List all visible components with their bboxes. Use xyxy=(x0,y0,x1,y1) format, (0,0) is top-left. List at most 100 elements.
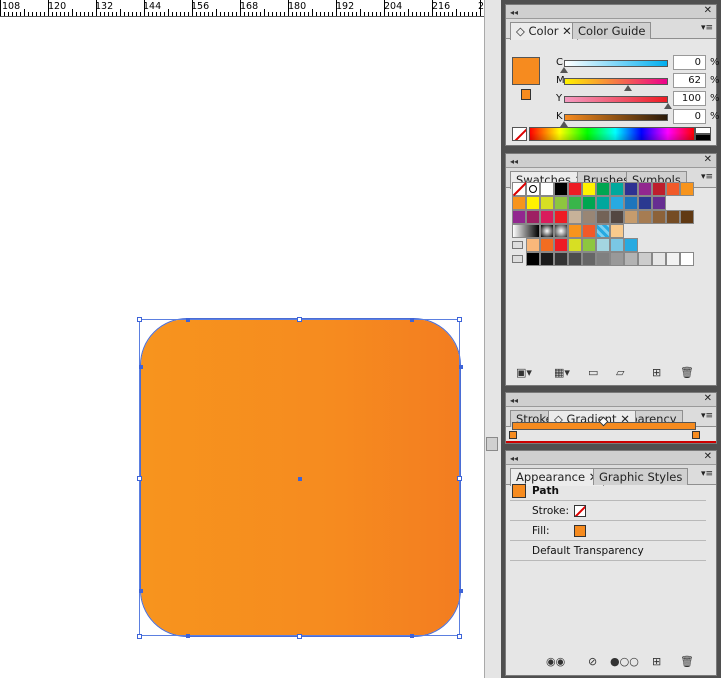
swatch[interactable] xyxy=(624,196,638,210)
swatch[interactable] xyxy=(610,224,624,238)
slider-thumb[interactable] xyxy=(624,85,633,91)
swatch[interactable] xyxy=(596,210,610,224)
fill-color-swatch[interactable] xyxy=(574,525,586,537)
swatch[interactable] xyxy=(568,224,582,238)
swatch[interactable] xyxy=(582,224,596,238)
new-swatch-icon[interactable]: ⊞ xyxy=(652,366,661,379)
color-group-folder-icon[interactable] xyxy=(512,255,523,263)
swatch[interactable] xyxy=(652,182,666,196)
swatch[interactable] xyxy=(652,252,666,266)
resize-handle-bottom-left[interactable] xyxy=(137,634,142,639)
swatch[interactable] xyxy=(666,182,680,196)
delete-item-icon[interactable]: 🗑 xyxy=(680,655,694,668)
tab-color-guide[interactable]: Color Guide xyxy=(572,22,652,39)
panel-titlebar[interactable]: ◂◂ ✕ xyxy=(506,393,716,407)
swatch[interactable] xyxy=(596,252,610,266)
swatch[interactable] xyxy=(540,252,554,266)
swatch[interactable] xyxy=(638,196,652,210)
appearance-object-row[interactable]: Path xyxy=(510,481,706,501)
none-swatch[interactable] xyxy=(512,181,528,197)
anchor-point[interactable] xyxy=(139,365,143,369)
swatch[interactable] xyxy=(554,182,568,196)
swatch[interactable] xyxy=(610,252,624,266)
swatch[interactable] xyxy=(680,252,694,266)
swatch[interactable] xyxy=(540,210,554,224)
swatch[interactable] xyxy=(526,196,540,210)
slider-thumb[interactable] xyxy=(560,67,568,73)
swatch[interactable] xyxy=(610,210,624,224)
delete-swatch-icon[interactable]: 🗑 xyxy=(680,366,694,379)
swatch[interactable] xyxy=(680,182,694,196)
swatch[interactable] xyxy=(624,182,638,196)
swatch[interactable] xyxy=(568,182,582,196)
swatch[interactable] xyxy=(582,238,596,252)
swatch[interactable] xyxy=(582,210,596,224)
swatch[interactable] xyxy=(582,182,596,196)
resize-handle-top-center[interactable] xyxy=(297,317,302,322)
swatch[interactable] xyxy=(526,238,540,252)
divider-grip[interactable] xyxy=(486,437,498,451)
black-slider[interactable] xyxy=(564,114,668,121)
anchor-point[interactable] xyxy=(410,634,414,638)
resize-handle-top-left[interactable] xyxy=(137,317,142,322)
swatch[interactable] xyxy=(540,196,554,210)
add-new-effect-icon[interactable]: ◉◉ xyxy=(546,655,565,668)
swatch[interactable] xyxy=(680,210,694,224)
swatch[interactable] xyxy=(596,224,610,238)
swatch-options-icon[interactable]: ▭ xyxy=(588,366,598,379)
panel-menu-icon[interactable]: ▾≡ xyxy=(701,23,713,33)
fill-swatch[interactable] xyxy=(512,57,540,85)
resize-handle-middle-left[interactable] xyxy=(137,476,142,481)
panel-titlebar[interactable]: ◂◂ ✕ xyxy=(506,154,716,168)
panel-menu-icon[interactable]: ▾≡ xyxy=(701,172,713,182)
yellow-slider[interactable] xyxy=(564,96,668,103)
swatch[interactable] xyxy=(582,196,596,210)
swatch[interactable] xyxy=(596,182,610,196)
show-swatch-kinds-icon[interactable]: ▦▾ xyxy=(554,366,570,379)
cyan-slider[interactable] xyxy=(564,60,668,67)
swatch[interactable] xyxy=(568,238,582,252)
swatch[interactable] xyxy=(624,238,638,252)
anchor-point[interactable] xyxy=(186,634,190,638)
gradient-stop-right[interactable] xyxy=(692,431,700,439)
gradient-swatch[interactable] xyxy=(512,224,540,238)
panel-titlebar[interactable]: ◂◂ ✕ xyxy=(506,451,716,465)
panel-titlebar[interactable]: ◂◂ ✕ xyxy=(506,5,716,19)
fill-row[interactable]: Fill: xyxy=(510,521,706,541)
swatch[interactable] xyxy=(610,238,624,252)
swatch[interactable] xyxy=(568,196,582,210)
swatch[interactable] xyxy=(568,210,582,224)
swatch[interactable] xyxy=(624,252,638,266)
black-swatch[interactable] xyxy=(695,134,711,141)
out-of-gamut-icon[interactable] xyxy=(521,89,531,100)
cyan-value-input[interactable]: 0 xyxy=(673,55,706,70)
swatch[interactable] xyxy=(512,196,526,210)
panel-menu-icon[interactable]: ▾≡ xyxy=(701,411,713,421)
new-color-group-icon[interactable]: ▱ xyxy=(616,366,624,379)
swatch[interactable] xyxy=(610,196,624,210)
anchor-point[interactable] xyxy=(186,318,190,322)
transparency-row[interactable]: Default Transparency xyxy=(510,541,706,561)
swatch[interactable] xyxy=(610,182,624,196)
swatch[interactable] xyxy=(652,196,666,210)
gradient-stop-left[interactable] xyxy=(509,431,517,439)
stroke-none-swatch[interactable] xyxy=(574,505,586,517)
reduce-to-basic-icon[interactable]: ●○○ xyxy=(610,655,639,668)
swatch[interactable] xyxy=(624,210,638,224)
swatch[interactable] xyxy=(666,210,680,224)
stroke-row[interactable]: Stroke: xyxy=(510,501,706,521)
slider-thumb[interactable] xyxy=(664,103,672,109)
resize-handle-middle-right[interactable] xyxy=(457,476,462,481)
registration-swatch[interactable] xyxy=(526,182,540,196)
magenta-slider[interactable] xyxy=(564,78,668,85)
swatch[interactable] xyxy=(638,182,652,196)
swatch[interactable] xyxy=(554,238,568,252)
anchor-point[interactable] xyxy=(139,589,143,593)
swatch[interactable] xyxy=(540,182,554,196)
swatch[interactable] xyxy=(512,210,526,224)
panel-menu-icon[interactable]: ▾≡ xyxy=(701,469,713,479)
resize-handle-bottom-center[interactable] xyxy=(297,634,302,639)
anchor-point[interactable] xyxy=(459,589,463,593)
swatch[interactable] xyxy=(554,196,568,210)
duplicate-item-icon[interactable]: ⊞ xyxy=(652,655,661,668)
